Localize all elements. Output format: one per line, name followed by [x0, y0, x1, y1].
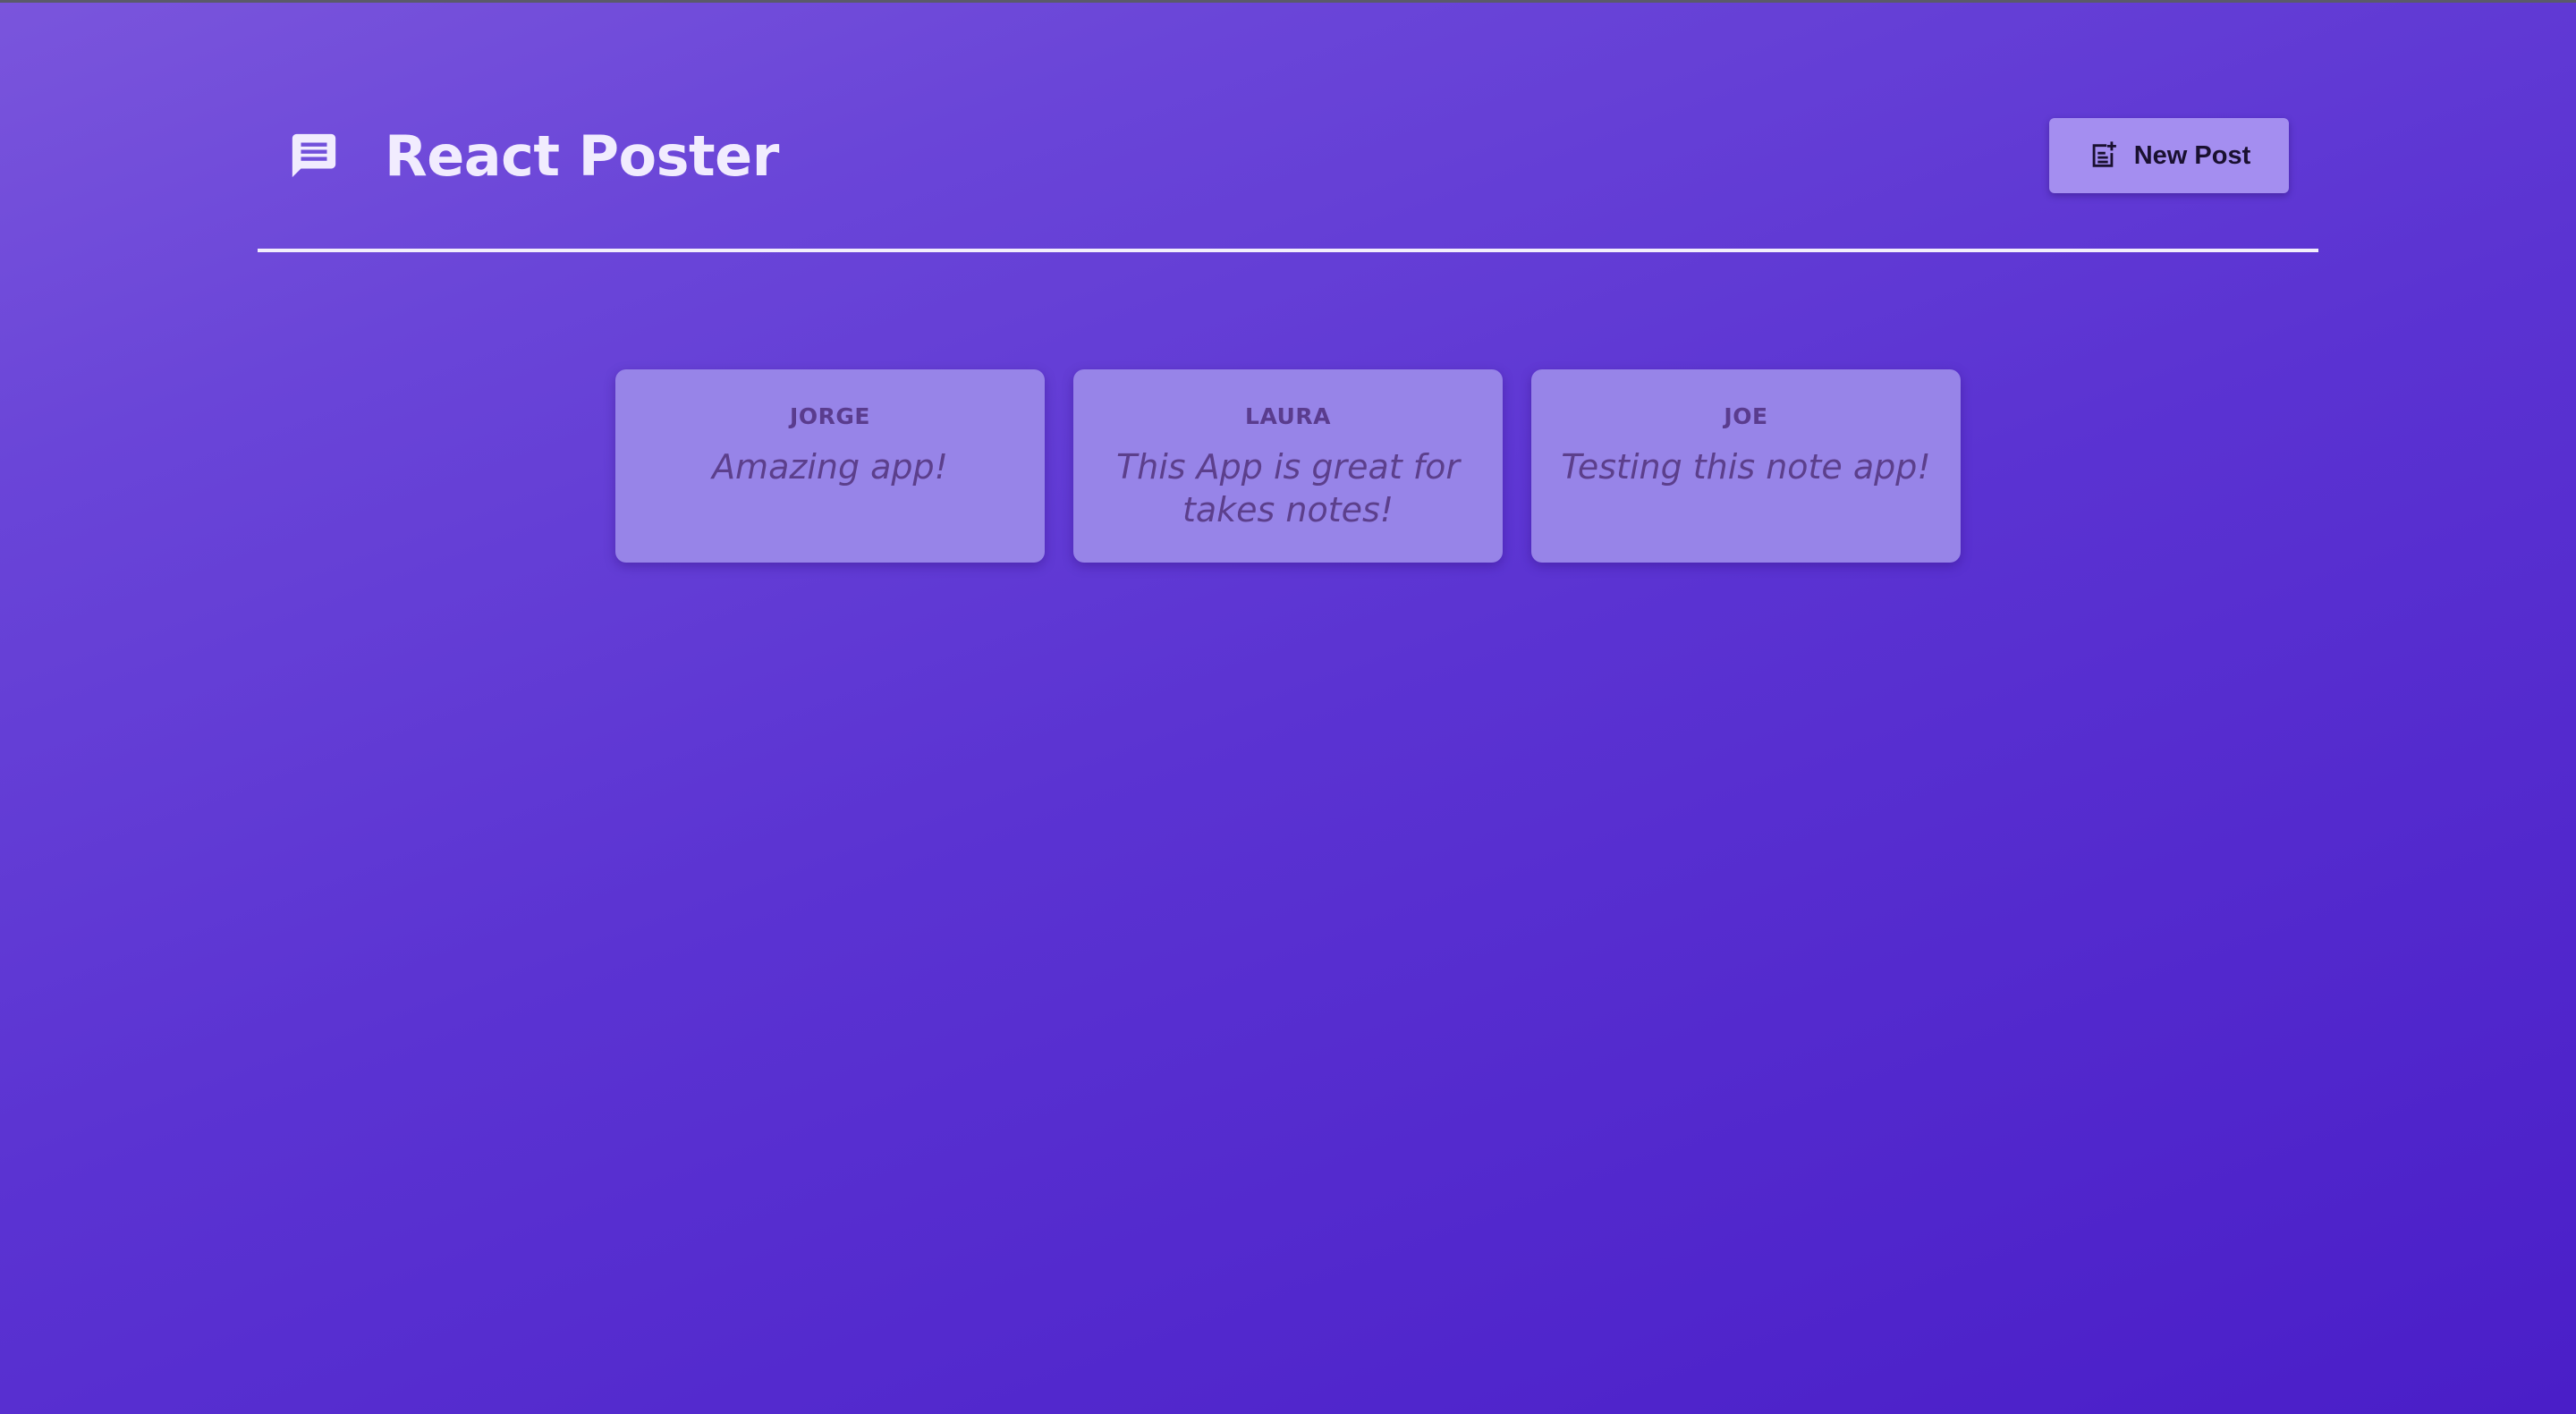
- posts-list: JORGE Amazing app! LAURA This App is gre…: [615, 369, 1961, 563]
- new-post-label: New Post: [2133, 140, 2251, 170]
- page-header: React Poster New Post: [258, 0, 2318, 252]
- new-post-button[interactable]: New Post: [2049, 118, 2289, 193]
- post-card: JORGE Amazing app!: [615, 369, 1045, 563]
- post-author: JOE: [1724, 403, 1768, 429]
- post-card: JOE Testing this note app!: [1531, 369, 1961, 563]
- post-body: This App is great for takes notes!: [1115, 447, 1461, 529]
- post-author: JORGE: [790, 403, 870, 429]
- message-icon: [288, 130, 340, 182]
- post-body: Testing this note app!: [1561, 447, 1931, 487]
- brand: React Poster: [288, 114, 779, 197]
- app-title: React Poster: [385, 123, 779, 189]
- post-author: LAURA: [1245, 403, 1331, 429]
- post-card: LAURA This App is great for takes notes!: [1073, 369, 1503, 563]
- note-add-icon: [2088, 140, 2118, 171]
- post-body: Amazing app!: [712, 447, 948, 487]
